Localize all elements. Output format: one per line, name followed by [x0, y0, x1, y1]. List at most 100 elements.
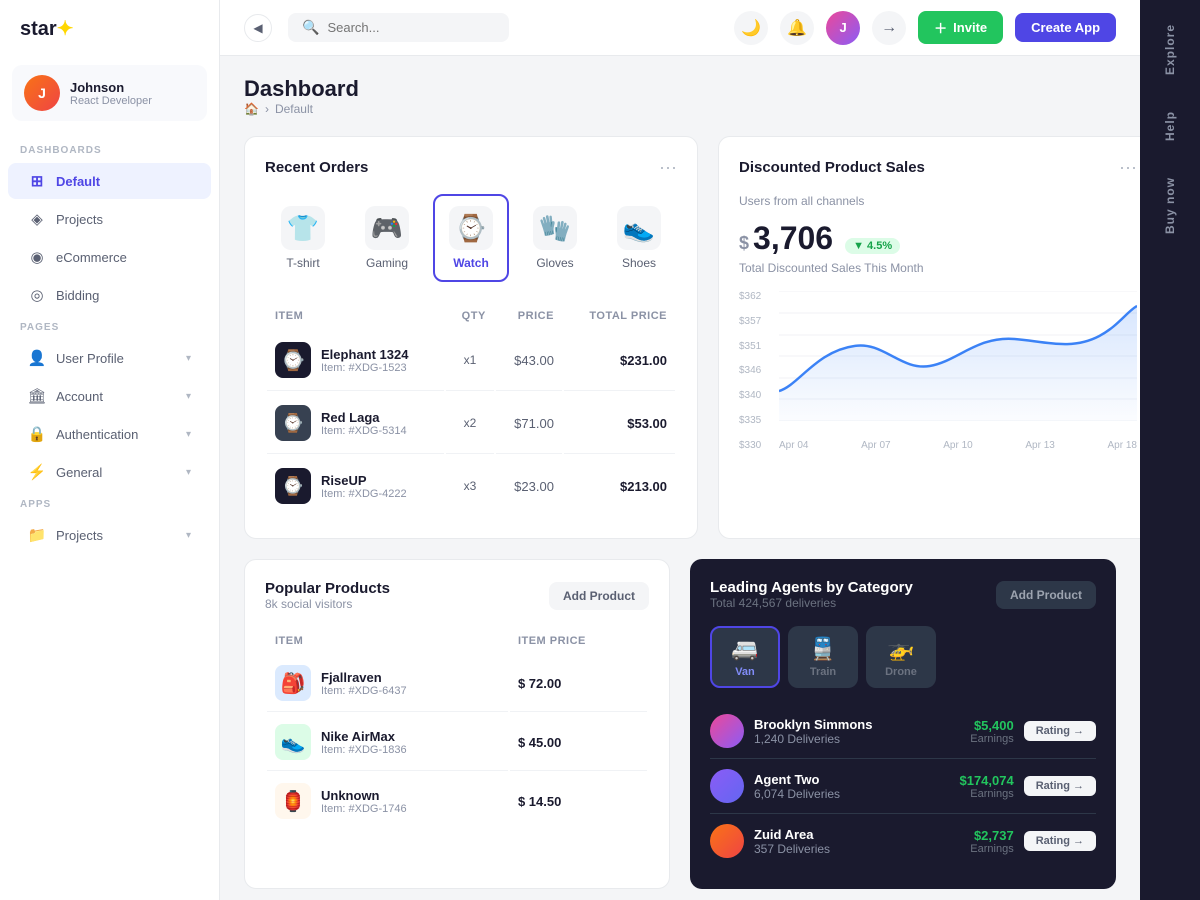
- breadcrumb-current: Default: [275, 102, 313, 116]
- sidebar-item-projects-app[interactable]: 📁 Projects ▾: [8, 517, 211, 553]
- cat-btn-drone[interactable]: 🚁 Drone: [866, 626, 936, 688]
- table-row: 🎒 Fjallraven Item: #XDG-6437 $ 72.00: [267, 655, 647, 712]
- sidebar-item-label: Default: [56, 174, 100, 189]
- item-qty: x1: [446, 330, 494, 391]
- table-row: 🏮 Unknown Item: #XDG-1746 $ 14.50: [267, 773, 647, 829]
- sidebar-item-ecommerce[interactable]: ◉ eCommerce: [8, 239, 211, 275]
- rating-button[interactable]: Rating →: [1024, 776, 1096, 796]
- agent-name: Agent Two: [754, 772, 840, 787]
- col-item: ITEM: [267, 629, 508, 653]
- item-name: Nike AirMax: [321, 729, 407, 744]
- theme-toggle-button[interactable]: 🌙: [734, 11, 768, 45]
- create-app-button[interactable]: Create App: [1015, 13, 1116, 42]
- agent-avatar: [710, 714, 744, 748]
- sidebar-item-bidding[interactable]: ◎ Bidding: [8, 277, 211, 313]
- sidebar-item-user-profile[interactable]: 👤 User Profile ▾: [8, 340, 211, 376]
- card-menu-icon[interactable]: ···: [1119, 157, 1137, 178]
- chevron-down-icon: ▾: [186, 467, 191, 478]
- item-price: $ 72.00: [510, 655, 647, 712]
- item-sku: Item: #XDG-6437: [321, 685, 407, 697]
- gaming-icon: 🎮: [365, 206, 409, 250]
- chevron-down-icon: ▾: [186, 429, 191, 440]
- col-price: PRICE: [496, 304, 562, 328]
- sidebar-item-default[interactable]: ⊞ Default: [8, 163, 211, 199]
- help-button[interactable]: Help: [1159, 103, 1181, 149]
- topbar-avatar[interactable]: J: [826, 11, 860, 45]
- item-info: 👟 Nike AirMax Item: #XDG-1836: [275, 724, 500, 760]
- auth-icon: 🔒: [28, 425, 46, 443]
- tab-shoes[interactable]: 👟 Shoes: [601, 194, 677, 282]
- sidebar-item-label: User Profile: [56, 351, 124, 366]
- gaming-label: Gaming: [366, 256, 408, 270]
- avatar: J: [24, 75, 60, 111]
- add-product-button[interactable]: Add Product: [549, 582, 649, 610]
- gloves-label: Gloves: [536, 256, 573, 270]
- item-total: $53.00: [564, 393, 675, 454]
- main-content-area: ◀ 🔍 🌙 🔔 J → ＋ Invite Create App Dashboar…: [220, 0, 1140, 900]
- projects-app-icon: 📁: [28, 526, 46, 544]
- logo: star✦: [0, 0, 219, 57]
- cat-btn-train[interactable]: 🚆 Train: [788, 626, 858, 688]
- user-name: Johnson: [70, 80, 152, 95]
- sales-subtitle: Users from all channels: [739, 194, 1137, 208]
- chart-svg: [779, 291, 1137, 421]
- sidebar-item-projects[interactable]: ◈ Projects: [8, 201, 211, 237]
- earnings-label: Earnings: [970, 843, 1013, 855]
- recent-orders-card: Recent Orders ··· 👕 T-shirt 🎮 Gaming ⌚ W…: [244, 136, 698, 539]
- agent-name: Brooklyn Simmons: [754, 717, 872, 732]
- rating-button[interactable]: Rating →: [1024, 831, 1096, 851]
- shoes-icon: 👟: [617, 206, 661, 250]
- tab-watch[interactable]: ⌚ Watch: [433, 194, 509, 282]
- item-sku: Item: #XDG-4222: [321, 488, 407, 500]
- sidebar-item-account[interactable]: 🏛 Account ▾: [8, 378, 211, 414]
- explore-button[interactable]: Explore: [1159, 16, 1181, 83]
- search-input[interactable]: [327, 20, 495, 35]
- item-sku: Item: #XDG-1523: [321, 362, 408, 374]
- item-total: $231.00: [564, 330, 675, 391]
- sidebar-item-general[interactable]: ⚡ General ▾: [8, 454, 211, 490]
- gloves-icon: 🧤: [533, 206, 577, 250]
- rating-button[interactable]: Rating →: [1024, 721, 1096, 741]
- item-price: $ 45.00: [510, 714, 647, 771]
- sidebar-item-authentication[interactable]: 🔒 Authentication ▾: [8, 416, 211, 452]
- tab-gaming[interactable]: 🎮 Gaming: [349, 194, 425, 282]
- tab-tshirt[interactable]: 👕 T-shirt: [265, 194, 341, 282]
- item-price: $23.00: [496, 456, 562, 516]
- item-thumb: ⌚: [275, 405, 311, 441]
- recent-orders-title: Recent Orders: [265, 159, 368, 176]
- van-icon: 🚐: [731, 636, 758, 662]
- notifications-button[interactable]: 🔔: [780, 11, 814, 45]
- add-product-button-agents[interactable]: Add Product: [996, 581, 1096, 609]
- sales-title: Discounted Product Sales: [739, 159, 925, 176]
- item-thumb: ⌚: [275, 468, 311, 504]
- item-thumb: 🏮: [275, 783, 311, 819]
- item-name: Red Laga: [321, 410, 407, 425]
- sales-card-header: Discounted Product Sales ···: [739, 157, 1137, 178]
- col-total: TOTAL PRICE: [564, 304, 675, 328]
- section-dashboards: DASHBOARDS: [0, 137, 219, 162]
- agent-name: Zuid Area: [754, 827, 830, 842]
- tab-gloves[interactable]: 🧤 Gloves: [517, 194, 593, 282]
- sidebar-item-label: eCommerce: [56, 250, 127, 265]
- item-name: RiseUP: [321, 473, 407, 488]
- orders-table: ITEM QTY PRICE TOTAL PRICE ⌚: [265, 302, 677, 518]
- item-name: Unknown: [321, 788, 407, 803]
- invite-button[interactable]: ＋ Invite: [918, 11, 1003, 44]
- ecommerce-icon: ◉: [28, 248, 46, 266]
- agent-avatar: [710, 769, 744, 803]
- leading-agents-card: Leading Agents by Category Total 424,567…: [690, 559, 1116, 889]
- col-item-price: ITEM PRICE: [510, 629, 647, 653]
- products-table: ITEM ITEM PRICE 🎒 Fjallraven: [265, 627, 649, 831]
- user-profile-card[interactable]: J Johnson React Developer: [12, 65, 207, 121]
- chart-y-labels: $362 $357 $351 $346 $340 $335 $330: [739, 291, 777, 451]
- item-price: $43.00: [496, 330, 562, 391]
- chart-x-labels: Apr 04 Apr 07 Apr 10 Apr 13 Apr 18: [779, 440, 1137, 451]
- item-sku: Item: #XDG-1746: [321, 803, 407, 815]
- cat-btn-van[interactable]: 🚐 Van: [710, 626, 780, 688]
- arrow-right-icon[interactable]: →: [872, 11, 906, 45]
- buy-now-button[interactable]: Buy now: [1159, 169, 1181, 242]
- collapse-sidebar-button[interactable]: ◀: [244, 14, 272, 42]
- item-sku: Item: #XDG-5314: [321, 425, 407, 437]
- chevron-down-icon: ▾: [186, 391, 191, 402]
- card-menu-icon[interactable]: ···: [659, 157, 677, 178]
